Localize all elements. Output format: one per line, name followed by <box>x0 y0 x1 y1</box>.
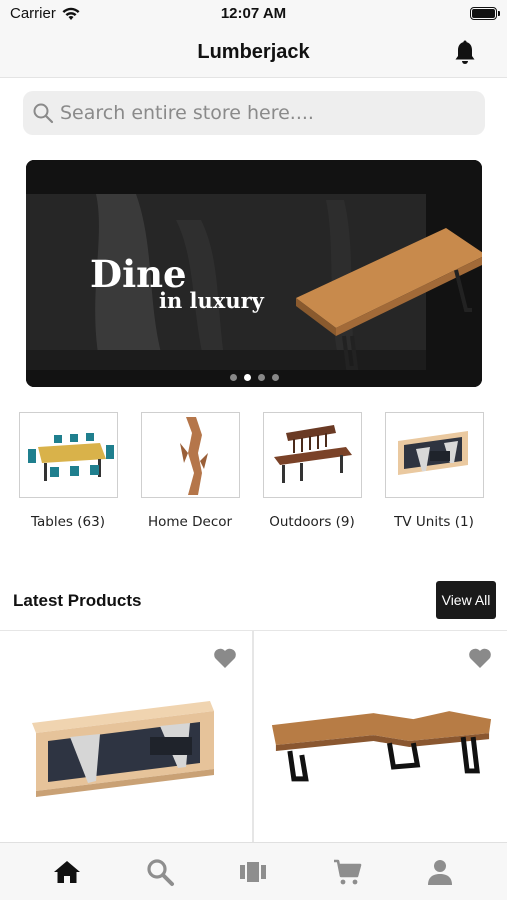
carousel-dot-active[interactable] <box>243 374 251 381</box>
search-icon <box>33 103 54 124</box>
bench-image <box>273 425 352 483</box>
category-outdoors[interactable]: Outdoors (9) <box>262 412 362 530</box>
view-all-button[interactable]: View All <box>436 581 496 619</box>
tab-profile[interactable] <box>420 852 460 892</box>
search-input[interactable] <box>60 102 460 124</box>
category-thumbnail[interactable] <box>384 412 484 498</box>
product-card[interactable] <box>0 630 253 842</box>
carousel-indicator[interactable] <box>26 374 482 381</box>
category-label: Outdoors (9) <box>269 514 355 530</box>
banner-subtitle: in luxury <box>159 288 264 313</box>
promo-banner[interactable]: Dine in luxury <box>26 160 482 387</box>
product-card[interactable] <box>253 630 507 842</box>
category-label: Tables (63) <box>31 514 105 530</box>
category-tables[interactable]: Tables (63) <box>18 412 118 530</box>
battery-icon <box>470 7 500 20</box>
heart-icon[interactable] <box>468 647 492 669</box>
search-icon <box>147 858 175 886</box>
carousel-dot[interactable] <box>229 374 237 381</box>
product-image-tv-unit <box>32 701 214 797</box>
driftwood-decor-image <box>179 417 208 495</box>
carousel-dot[interactable] <box>257 374 265 381</box>
carousel-dot[interactable] <box>271 374 279 381</box>
status-time: 12:07 AM <box>220 5 287 22</box>
category-home-decor[interactable]: Home Decor <box>140 412 240 530</box>
category-thumbnail[interactable] <box>18 412 118 498</box>
bottom-tab-bar <box>0 842 507 900</box>
tab-search[interactable] <box>140 852 180 892</box>
search-bar[interactable] <box>23 91 485 135</box>
category-tv-units[interactable]: TV Units (1) <box>384 412 484 530</box>
latest-products-title: Latest Products <box>13 591 142 610</box>
tv-unit-image <box>397 431 468 475</box>
category-thumbnail[interactable] <box>140 412 240 498</box>
status-bar: Carrier 12:07 AM <box>0 0 507 30</box>
dining-table-image <box>27 433 114 481</box>
category-label: TV Units (1) <box>394 514 474 530</box>
product-image-corner-table <box>271 711 492 782</box>
catalog-icon <box>240 861 267 882</box>
category-thumbnail[interactable] <box>262 412 362 498</box>
bell-icon[interactable] <box>453 40 477 66</box>
app-title: Lumberjack <box>197 41 310 63</box>
tab-home[interactable] <box>47 852 87 892</box>
home-icon <box>53 860 80 883</box>
nav-bar: Lumberjack <box>0 30 507 78</box>
profile-icon <box>428 859 453 885</box>
tab-catalog[interactable] <box>233 852 273 892</box>
category-label: Home Decor <box>147 514 233 530</box>
product-grid <box>0 630 507 842</box>
category-row: Tables (63) Home Decor Outdoors (9) TV U… <box>0 412 507 542</box>
tab-cart[interactable] <box>327 852 367 892</box>
cart-icon <box>333 859 362 884</box>
heart-icon[interactable] <box>213 647 237 669</box>
